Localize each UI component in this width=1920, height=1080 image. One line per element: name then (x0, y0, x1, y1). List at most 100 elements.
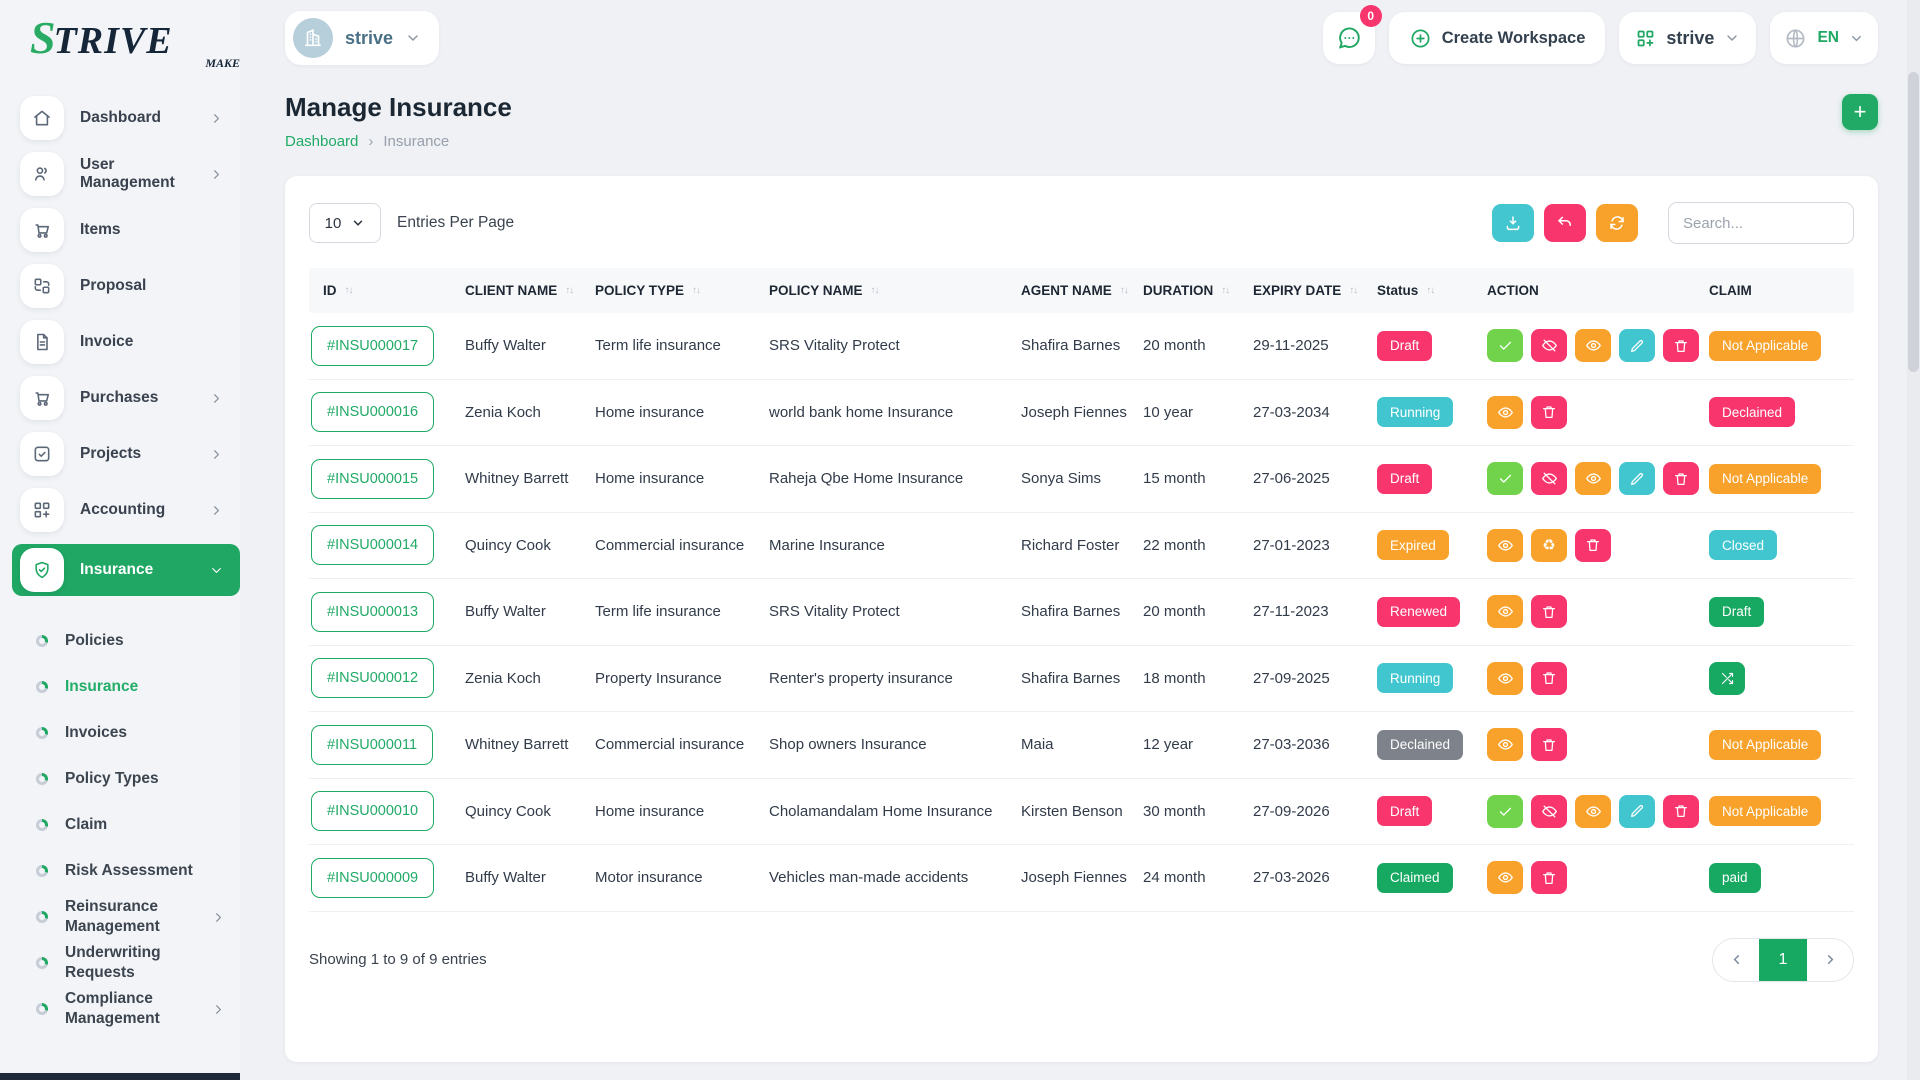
sidebar-subitem-claim[interactable]: Claim (0, 802, 240, 848)
approve-action-button[interactable] (1487, 462, 1523, 495)
sort-arrows-icon[interactable]: ↑↓ (1426, 285, 1434, 296)
cell-policy-name: SRS Vitality Protect (765, 337, 1017, 354)
delete-action-button[interactable] (1531, 861, 1567, 894)
cell-client-name: Zenia Koch (461, 670, 591, 687)
sort-arrows-icon[interactable]: ↑↓ (565, 285, 573, 296)
status-badge: Declained (1377, 730, 1463, 760)
approve-action-button[interactable] (1487, 795, 1523, 828)
hide-action-button[interactable] (1531, 329, 1567, 362)
refresh-button[interactable] (1596, 204, 1638, 242)
column-header-duration[interactable]: DURATION↑↓ (1139, 283, 1249, 298)
column-header-policy-name[interactable]: POLICY NAME↑↓ (765, 283, 1017, 298)
page-scrollbar[interactable] (1907, 0, 1920, 1080)
breadcrumb-dashboard-link[interactable]: Dashboard (285, 133, 358, 150)
create-workspace-button[interactable]: Create Workspace (1389, 12, 1606, 64)
hide-action-button[interactable] (1531, 462, 1567, 495)
edit-action-button[interactable] (1619, 462, 1655, 495)
sidebar-item-label: Proposal (80, 277, 240, 295)
trash-icon (1541, 604, 1557, 620)
approve-action-button[interactable] (1487, 329, 1523, 362)
edit-action-button[interactable] (1619, 329, 1655, 362)
search-input[interactable] (1668, 202, 1854, 244)
sidebar-item-invoice[interactable]: Invoice (0, 320, 240, 364)
sort-arrows-icon[interactable]: ↑↓ (1120, 285, 1128, 296)
language-selector[interactable]: EN (1770, 12, 1878, 64)
sidebar-subitem-invoices[interactable]: Invoices (0, 710, 240, 756)
sidebar-subitem-policy-types[interactable]: Policy Types (0, 756, 240, 802)
delete-action-button[interactable] (1663, 329, 1699, 362)
trash-icon (1673, 803, 1689, 819)
chevron-right-icon (1823, 952, 1838, 967)
column-label: AGENT NAME (1021, 283, 1112, 298)
renew-action-button[interactable]: ♻ (1531, 529, 1567, 562)
view-action-button[interactable] (1487, 662, 1523, 695)
sidebar-subitem-insurance[interactable]: Insurance (0, 664, 240, 710)
delete-action-button[interactable] (1531, 662, 1567, 695)
sidebar-item-purchases[interactable]: Purchases (0, 376, 240, 420)
cell-claim: Not Applicable (1705, 464, 1854, 494)
sidebar-item-insurance[interactable]: Insurance (12, 544, 240, 596)
claim-route-button[interactable] (1709, 662, 1745, 695)
column-header-client-name[interactable]: CLIENT NAME↑↓ (461, 283, 591, 298)
view-action-button[interactable] (1487, 728, 1523, 761)
add-insurance-button[interactable]: + (1842, 94, 1878, 130)
column-header-id[interactable]: ID↑↓ (309, 283, 461, 298)
sort-arrows-icon[interactable]: ↑↓ (345, 285, 353, 296)
column-header-status[interactable]: Status↑↓ (1373, 283, 1483, 298)
pagination-next-button[interactable] (1807, 939, 1853, 981)
sort-arrows-icon[interactable]: ↑↓ (1221, 285, 1229, 296)
sidebar-item-user-management[interactable]: User Management (0, 152, 240, 196)
delete-action-button[interactable] (1531, 396, 1567, 429)
view-action-button[interactable] (1487, 595, 1523, 628)
pagination-page-1[interactable]: 1 (1759, 939, 1807, 981)
sidebar-item-dashboard[interactable]: Dashboard (0, 96, 240, 140)
workspace-switcher[interactable]: strive (1619, 12, 1756, 64)
table-row: #INSU000014Quincy CookCommercial insuran… (309, 513, 1854, 580)
view-action-button[interactable] (1575, 462, 1611, 495)
insurance-management-page: STRIVE MAKE DashboardUser ManagementItem… (0, 0, 1920, 1080)
insurance-id-badge: #INSU000011 (311, 725, 433, 765)
view-action-button[interactable] (1487, 396, 1523, 429)
cell-duration: 18 month (1139, 670, 1249, 687)
view-action-button[interactable] (1487, 861, 1523, 894)
sort-arrows-icon[interactable]: ↑↓ (1349, 285, 1357, 296)
scrollbar-thumb[interactable] (1908, 72, 1919, 372)
entries-per-page-select[interactable]: 10 (309, 203, 381, 243)
workspace-selector[interactable]: strive (285, 11, 439, 65)
undo-button[interactable] (1544, 204, 1586, 242)
delete-action-button[interactable] (1663, 795, 1699, 828)
sidebar-subitem-label: Risk Assessment (65, 861, 226, 881)
delete-action-button[interactable] (1531, 728, 1567, 761)
sidebar-subitem-underwriting-requests[interactable]: Underwriting Requests (0, 940, 240, 986)
delete-action-button[interactable] (1663, 462, 1699, 495)
sidebar-subitem-policies[interactable]: Policies (0, 618, 240, 664)
hide-action-button[interactable] (1531, 795, 1567, 828)
sort-arrows-icon[interactable]: ↑↓ (692, 285, 700, 296)
edit-action-button[interactable] (1619, 795, 1655, 828)
sidebar-item-accounting[interactable]: Accounting (0, 488, 240, 532)
column-header-agent-name[interactable]: AGENT NAME ↑↓ (1017, 283, 1139, 298)
status-badge: Running (1377, 663, 1453, 693)
status-badge: Claimed (1377, 863, 1453, 893)
sidebar-subitem-reinsurance-management[interactable]: Reinsurance Management (0, 894, 240, 940)
eye-off-icon (1541, 470, 1558, 487)
sidebar-subitem-compliance-management[interactable]: Compliance Management (0, 986, 240, 1032)
sidebar-item-proposal[interactable]: Proposal (0, 264, 240, 308)
view-action-button[interactable] (1575, 795, 1611, 828)
column-header-policy-type[interactable]: POLICY TYPE↑↓ (591, 283, 765, 298)
column-header-expiry-date[interactable]: EXPIRY DATE↑↓ (1249, 283, 1373, 298)
chat-button[interactable]: 0 (1323, 12, 1375, 64)
sidebar-item-projects[interactable]: Projects (0, 432, 240, 476)
pencil-icon (1629, 803, 1645, 819)
pagination-prev-button[interactable] (1713, 939, 1759, 981)
view-action-button[interactable] (1575, 329, 1611, 362)
entries-value: 10 (325, 215, 342, 232)
delete-action-button[interactable] (1575, 529, 1611, 562)
view-action-button[interactable] (1487, 529, 1523, 562)
sort-arrows-icon[interactable]: ↑↓ (871, 285, 879, 296)
sidebar-subitem-risk-assessment[interactable]: Risk Assessment (0, 848, 240, 894)
export-download-button[interactable] (1492, 204, 1534, 242)
cell-client-name: Zenia Koch (461, 404, 591, 421)
sidebar-item-items[interactable]: Items (0, 208, 240, 252)
delete-action-button[interactable] (1531, 595, 1567, 628)
